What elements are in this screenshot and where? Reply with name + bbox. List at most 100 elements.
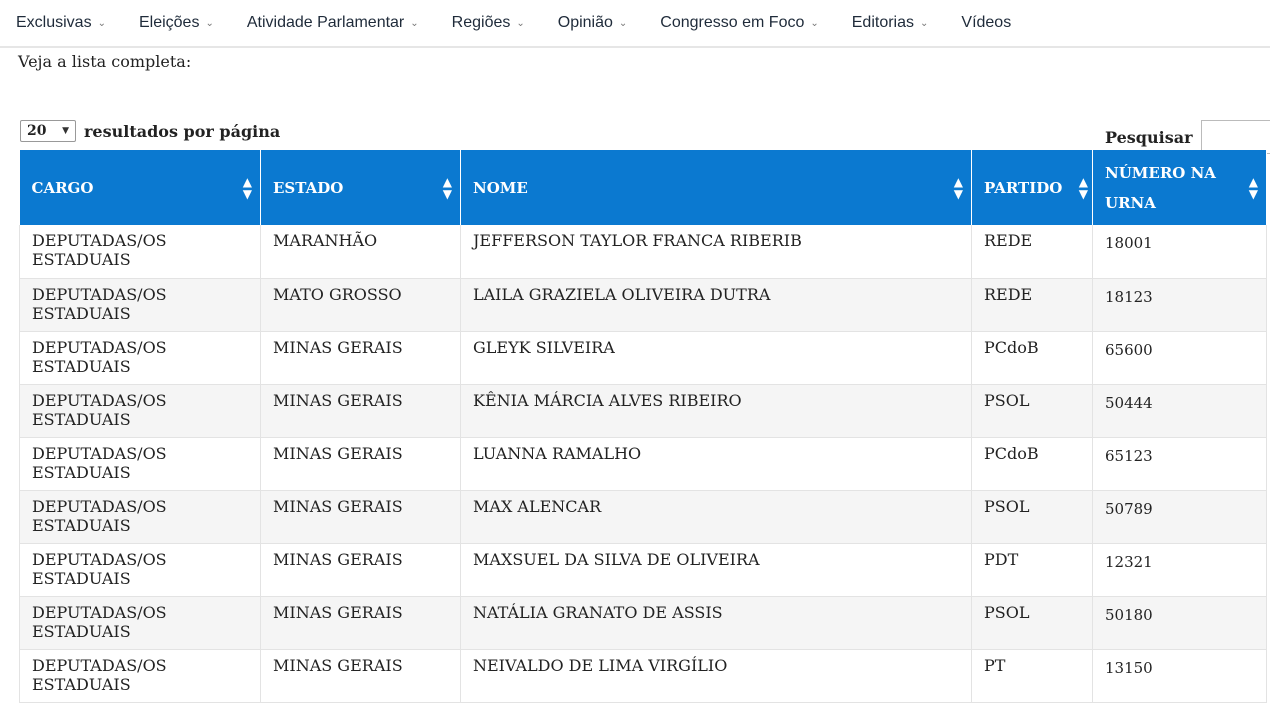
cell-numero: 18123 <box>1093 278 1267 331</box>
nav-item-congresso-em-foco[interactable]: Congresso em Foco ⌄ <box>660 14 818 32</box>
cell-nome: KÊNIA MÁRCIA ALVES RIBEIRO <box>461 384 972 437</box>
nav-item-label: Opinião <box>558 14 613 32</box>
cell-partido: PDT <box>972 543 1093 596</box>
cell-nome: NATÁLIA GRANATO DE ASSIS <box>461 596 972 649</box>
column-header-estado[interactable]: ESTADO ▲▼ <box>261 150 461 225</box>
cell-cargo: DEPUTADAS/OS ESTADUAIS <box>20 437 261 490</box>
cell-numero: 50180 <box>1093 596 1267 649</box>
nav-item-exclusivas[interactable]: Exclusivas ⌄ <box>16 14 106 32</box>
cell-estado: MINAS GERAIS <box>261 384 461 437</box>
table-row: DEPUTADAS/OS ESTADUAIS MARANHÃO JEFFERSO… <box>20 225 1267 278</box>
cell-cargo: DEPUTADAS/OS ESTADUAIS <box>20 490 261 543</box>
table-header-row: CARGO▲▼ ESTADO▲▼ NOME▲▼ PARTIDO▲▼ NÚMERO… <box>20 150 1267 225</box>
nav-item-label: Eleições <box>139 14 199 32</box>
cell-partido: REDE <box>972 278 1093 331</box>
table-row: DEPUTADAS/OS ESTADUAIS MINAS GERAIS KÊNI… <box>20 384 1267 437</box>
cell-partido: PSOL <box>972 490 1093 543</box>
table-row: DEPUTADAS/OS ESTADUAIS MINAS GERAIS GLEY… <box>20 331 1267 384</box>
cell-nome: JEFFERSON TAYLOR FRANCA RIBERIB <box>461 225 972 278</box>
cell-partido: PCdoB <box>972 331 1093 384</box>
chevron-down-icon: ⌄ <box>619 18 627 29</box>
nav-item-label: Exclusivas <box>16 14 92 32</box>
cell-numero: 18001 <box>1093 225 1267 278</box>
cell-estado: MINAS GERAIS <box>261 490 461 543</box>
column-header-partido[interactable]: PARTIDO ▲▼ <box>972 150 1093 225</box>
cell-nome: MAX ALENCAR <box>461 490 972 543</box>
chevron-down-icon: ⌄ <box>516 18 524 29</box>
column-header-label: PARTIDO <box>984 179 1062 197</box>
cell-estado: MARANHÃO <box>261 225 461 278</box>
nav-item-label: Editorias <box>852 14 914 32</box>
table-row: DEPUTADAS/OS ESTADUAIS MINAS GERAIS NATÁ… <box>20 596 1267 649</box>
top-navigation: Exclusivas ⌄ Eleições ⌄ Atividade Parlam… <box>0 0 1270 48</box>
search-input[interactable] <box>1201 120 1270 154</box>
cell-estado: MINAS GERAIS <box>261 649 461 702</box>
nav-item-videos[interactable]: Vídeos <box>961 14 1011 32</box>
column-header-cargo[interactable]: CARGO ▲▼ <box>20 150 261 225</box>
nav-item-atividade-parlamentar[interactable]: Atividade Parlamentar ⌄ <box>247 14 419 32</box>
sort-icon: ▲▼ <box>443 176 452 200</box>
cell-estado: MATO GROSSO <box>261 278 461 331</box>
cell-numero: 65600 <box>1093 331 1267 384</box>
nav-item-opiniao[interactable]: Opinião ⌄ <box>558 14 628 32</box>
table-row: DEPUTADAS/OS ESTADUAIS MINAS GERAIS MAX … <box>20 490 1267 543</box>
cell-numero: 13150 <box>1093 649 1267 702</box>
page-length-label: resultados por página <box>84 122 280 141</box>
page-length-control: 20 ▼ resultados por página <box>20 120 280 142</box>
search-label: Pesquisar <box>1105 128 1193 147</box>
nav-item-regioes[interactable]: Regiões ⌄ <box>452 14 525 32</box>
cell-cargo: DEPUTADAS/OS ESTADUAIS <box>20 649 261 702</box>
cell-partido: PSOL <box>972 384 1093 437</box>
column-header-label: ESTADO <box>273 179 343 197</box>
sort-icon: ▲▼ <box>1079 176 1088 200</box>
cell-partido: PCdoB <box>972 437 1093 490</box>
cell-estado: MINAS GERAIS <box>261 596 461 649</box>
nav-item-eleicoes[interactable]: Eleições ⌄ <box>139 14 214 32</box>
cell-numero: 12321 <box>1093 543 1267 596</box>
cell-cargo: DEPUTADAS/OS ESTADUAIS <box>20 278 261 331</box>
cell-cargo: DEPUTADAS/OS ESTADUAIS <box>20 543 261 596</box>
cell-partido: PSOL <box>972 596 1093 649</box>
cell-nome: NEIVALDO DE LIMA VIRGÍLIO <box>461 649 972 702</box>
nav-item-label: Atividade Parlamentar <box>247 14 404 32</box>
select-arrow-icon: ▼ <box>62 126 69 136</box>
cell-nome: LUANNA RAMALHO <box>461 437 972 490</box>
table-row: DEPUTADAS/OS ESTADUAIS MINAS GERAIS MAXS… <box>20 543 1267 596</box>
chevron-down-icon: ⌄ <box>810 18 818 29</box>
cell-nome: GLEYK SILVEIRA <box>461 331 972 384</box>
chevron-down-icon: ⌄ <box>205 18 213 29</box>
cell-estado: MINAS GERAIS <box>261 331 461 384</box>
table-row: DEPUTADAS/OS ESTADUAIS MATO GROSSO LAILA… <box>20 278 1267 331</box>
search-control: Pesquisar <box>1105 120 1270 154</box>
column-header-label: NOME <box>473 179 528 197</box>
column-header-label: CARGO <box>32 179 94 197</box>
nav-item-label: Regiões <box>452 14 511 32</box>
nav-item-label: Congresso em Foco <box>660 14 804 32</box>
cell-numero: 65123 <box>1093 437 1267 490</box>
cell-cargo: DEPUTADAS/OS ESTADUAIS <box>20 596 261 649</box>
chevron-down-icon: ⌄ <box>920 18 928 29</box>
nav-item-label: Vídeos <box>961 14 1011 32</box>
cell-estado: MINAS GERAIS <box>261 543 461 596</box>
cell-cargo: DEPUTADAS/OS ESTADUAIS <box>20 331 261 384</box>
cell-nome: MAXSUEL DA SILVA DE OLIVEIRA <box>461 543 972 596</box>
sort-icon: ▲▼ <box>1249 176 1258 200</box>
column-header-numero[interactable]: NÚMERO NA URNA ▲▼ <box>1093 150 1267 225</box>
page-length-select[interactable]: 20 ▼ <box>20 120 76 142</box>
intro-text: Veja a lista completa: <box>18 52 1270 80</box>
cell-nome: LAILA GRAZIELA OLIVEIRA DUTRA <box>461 278 972 331</box>
cell-estado: MINAS GERAIS <box>261 437 461 490</box>
cell-partido: PT <box>972 649 1093 702</box>
column-header-nome[interactable]: NOME▲▼ <box>461 150 972 225</box>
chevron-down-icon: ⌄ <box>410 18 418 29</box>
cell-numero: 50444 <box>1093 384 1267 437</box>
cell-numero: 50789 <box>1093 490 1267 543</box>
table-row: DEPUTADAS/OS ESTADUAIS MINAS GERAIS NEIV… <box>20 649 1267 702</box>
cell-partido: REDE <box>972 225 1093 278</box>
sort-icon: ▲▼ <box>243 176 252 200</box>
column-header-label: NÚMERO NA URNA <box>1105 158 1225 218</box>
page-length-value: 20 <box>27 123 46 139</box>
nav-item-editorias[interactable]: Editorias ⌄ <box>852 14 929 32</box>
chevron-down-icon: ⌄ <box>98 18 106 29</box>
cell-cargo: DEPUTADAS/OS ESTADUAIS <box>20 384 261 437</box>
